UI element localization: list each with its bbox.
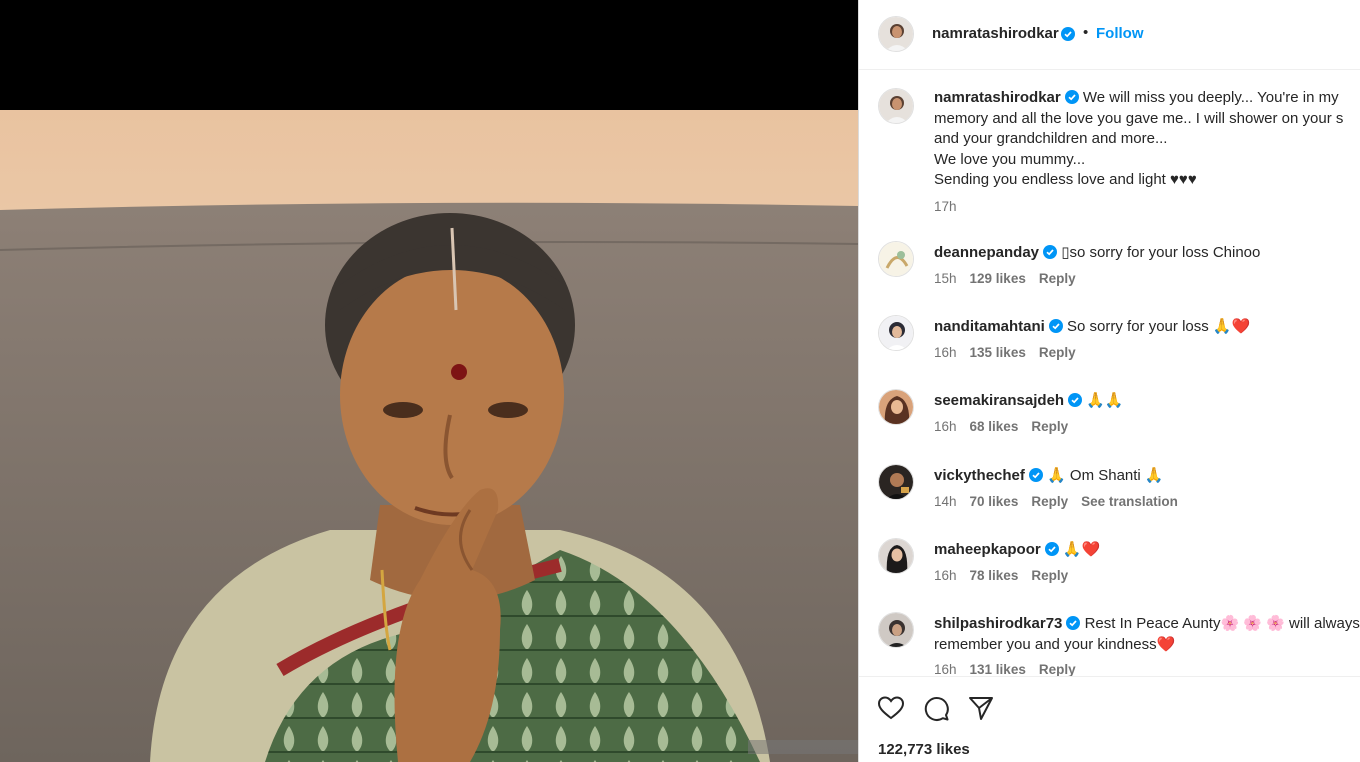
caption-username[interactable]: namratashirodkar (934, 89, 1061, 106)
author-username[interactable]: namratashirodkar (932, 25, 1059, 42)
comment-meta: 16h 135 likes Reply (934, 345, 1089, 360)
comment-username[interactable]: deannepanday (934, 244, 1039, 261)
likes-count[interactable]: 122,773 likes (878, 741, 970, 758)
verified-badge-icon (1066, 616, 1081, 630)
post-side-panel: namratashirodkar • Follow namratashirodk… (858, 0, 1360, 762)
commenter-avatar[interactable] (878, 389, 914, 425)
reply-button[interactable]: Reply (1031, 419, 1068, 434)
heart-icon[interactable] (877, 694, 905, 722)
comment-content: Rest In Peace Aunty🌸 🌸 🌸 will always (1084, 615, 1360, 632)
comment-likes[interactable]: 129 likes (970, 271, 1026, 286)
comment-time[interactable]: 16h (934, 662, 957, 676)
comment-content: remember you and your kindness❤️ (934, 635, 1176, 653)
comment-text: nanditamahtani So sorry for your loss 🙏❤… (934, 317, 1360, 338)
comment-text: deannepanday ▯so sorry for your loss Chi… (934, 243, 1360, 264)
likes-count-text: 122,773 likes (878, 741, 970, 758)
verified-badge-icon (1043, 245, 1058, 259)
comment-username[interactable]: shilpashirodkar73 (934, 615, 1062, 632)
comment-content: 🙏🙏 (1086, 392, 1124, 409)
comment-content: ▯so sorry for your loss Chinoo (1061, 244, 1261, 261)
author-avatar[interactable] (878, 16, 914, 52)
commenter-avatar[interactable] (878, 315, 914, 351)
verified-badge-icon (1068, 393, 1083, 407)
commenter-avatar[interactable] (878, 538, 914, 574)
comment-username[interactable]: nanditamahtani (934, 318, 1045, 335)
reply-button[interactable]: Reply (1039, 271, 1076, 286)
caption-line: memory and all the love you gave me.. I … (934, 109, 1344, 127)
comment-likes[interactable]: 131 likes (970, 662, 1026, 676)
caption-line: Sending you endless love and light ♥♥♥ (934, 171, 1197, 188)
comment-content: So sorry for your loss 🙏❤️ (1067, 318, 1251, 335)
caption-line: and your grandchildren and more... (934, 130, 1168, 147)
comment-username[interactable]: maheepkapoor (934, 541, 1041, 558)
header-separator: • (1083, 24, 1089, 41)
comment-text: shilpashirodkar73 Rest In Peace Aunty🌸 🌸… (934, 614, 1360, 655)
verified-badge-icon (1064, 90, 1079, 104)
comment-meta: 16h 131 likes Reply (934, 662, 1089, 676)
caption-meta: 17h (934, 199, 970, 214)
caption-line: We will miss you deeply... You're in my (1082, 89, 1339, 106)
comment-likes[interactable]: 78 likes (970, 568, 1019, 583)
verified-badge-icon (1028, 468, 1043, 482)
verified-badge-icon (1048, 319, 1063, 333)
caption-time[interactable]: 17h (934, 199, 957, 214)
comment-meta: 15h 129 likes Reply (934, 271, 1089, 286)
comment-content: 🙏❤️ (1062, 541, 1101, 558)
comment-meta: 16h 68 likes Reply (934, 419, 1081, 434)
comment-meta: 16h 78 likes Reply (934, 568, 1081, 583)
reply-button[interactable]: Reply (1031, 494, 1068, 509)
comment-likes[interactable]: 68 likes (970, 419, 1019, 434)
comment-meta: 14h 70 likes Reply See translation (934, 494, 1191, 509)
verified-badge-icon (1044, 542, 1059, 556)
comment-likes[interactable]: 70 likes (970, 494, 1019, 509)
comment-time[interactable]: 15h (934, 271, 957, 286)
commenter-avatar[interactable] (878, 612, 914, 648)
follow-button[interactable]: Follow (1096, 25, 1144, 42)
see-translation-link[interactable]: See translation (1081, 494, 1178, 509)
comment-text: vickythechef 🙏 Om Shanti 🙏 (934, 466, 1360, 487)
post-media (0, 0, 858, 762)
paper-plane-icon[interactable] (967, 694, 995, 722)
comments-list[interactable]: namratashirodkar We will miss you deeply… (859, 71, 1360, 676)
post-header: namratashirodkar • Follow (859, 0, 1360, 70)
comment-time[interactable]: 16h (934, 419, 957, 434)
comment-text: maheepkapoor 🙏❤️ (934, 540, 1360, 561)
reply-button[interactable]: Reply (1031, 568, 1068, 583)
comment-text: seemakiransajdeh 🙏🙏 (934, 391, 1360, 412)
caption-avatar[interactable] (878, 88, 914, 124)
post-actions: 122,773 likes (859, 676, 1360, 762)
commenter-avatar[interactable] (878, 464, 914, 500)
commenter-avatar[interactable] (878, 241, 914, 277)
media-overlay-strip (748, 740, 858, 754)
caption-line: We love you mummy... (934, 150, 1086, 168)
comment-time[interactable]: 16h (934, 568, 957, 583)
reply-button[interactable]: Reply (1039, 662, 1076, 676)
comment-time[interactable]: 16h (934, 345, 957, 360)
comment-bubble-icon[interactable] (922, 694, 950, 722)
comment-content: 🙏 Om Shanti 🙏 (1047, 467, 1164, 484)
verified-badge-icon (1061, 27, 1075, 41)
comment-likes[interactable]: 135 likes (970, 345, 1026, 360)
post-photo (0, 110, 858, 762)
reply-button[interactable]: Reply (1039, 345, 1076, 360)
comment-username[interactable]: seemakiransajdeh (934, 392, 1064, 409)
comment-username[interactable]: vickythechef (934, 467, 1025, 484)
comment-time[interactable]: 14h (934, 494, 957, 509)
caption-text: namratashirodkar We will miss you deeply… (934, 88, 1360, 191)
